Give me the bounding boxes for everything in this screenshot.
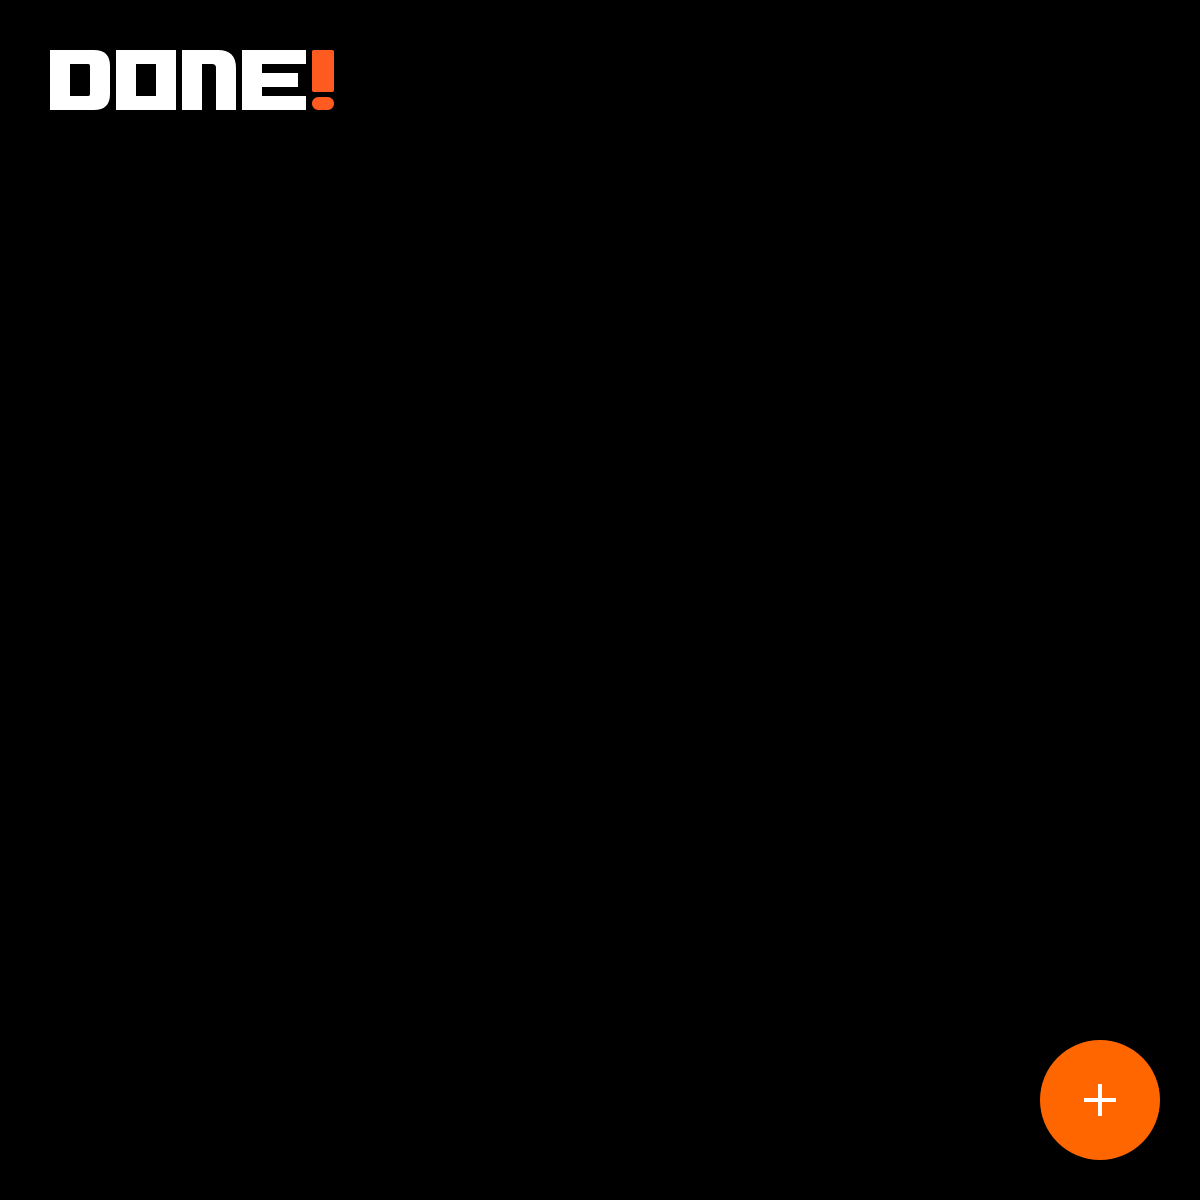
add-button[interactable] [1040,1040,1160,1160]
app-logo [50,50,335,110]
plus-icon [1084,1084,1116,1116]
done-logo-mark [50,50,334,110]
app-screen [0,0,1200,1200]
